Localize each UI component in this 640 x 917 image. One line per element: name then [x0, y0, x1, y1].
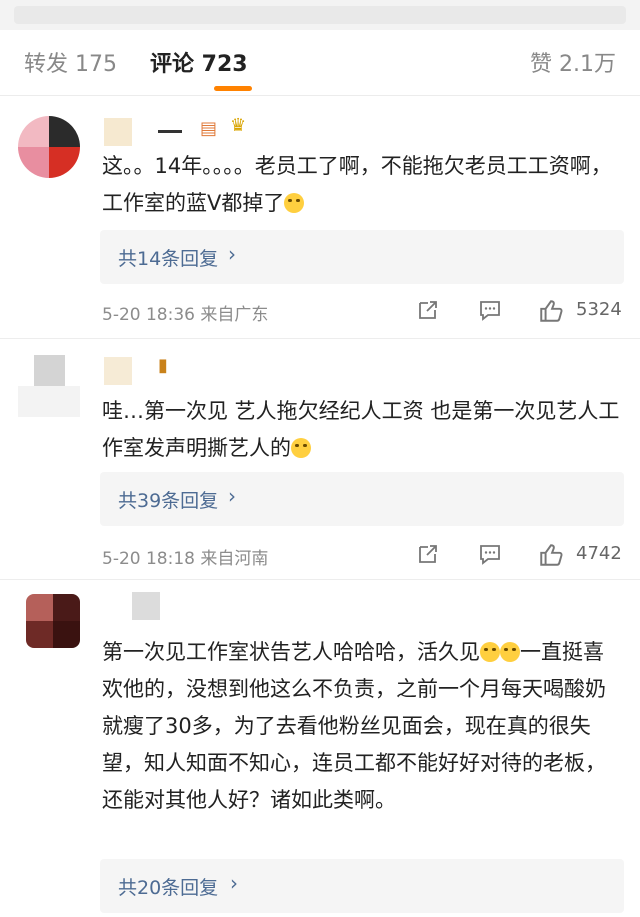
reply-count-link[interactable]: 共14条回复	[118, 244, 218, 271]
comment-actions: 5324	[412, 296, 624, 326]
comment-text-content: 哇…第一次见 艺人拖欠经纪人工资 也是第一次见艺人工作室发声明撕艺人的	[102, 399, 620, 460]
tab-bar: 转发 175 评论 723 赞 2.1万	[0, 30, 640, 96]
tab-comment[interactable]: 评论 723	[150, 46, 248, 78]
share-icon[interactable]	[416, 542, 440, 566]
comment-text-content: 这。。14年。。。。老员工了啊，不能拖欠老员工工资啊，工作室的蓝V都掉了	[102, 154, 612, 215]
avatar[interactable]	[18, 355, 80, 417]
comment-text-content-part1: 第一次见工作室状告艺人哈哈哈，活久见	[102, 640, 480, 664]
top-search-strip	[0, 0, 640, 30]
tab-repost[interactable]: 转发 175	[24, 46, 117, 78]
like-icon[interactable]	[538, 298, 564, 324]
comment-text: 第一次见工作室状告艺人哈哈哈，活久见 一直挺喜欢他的，没想到他这么不负责，之前一个…	[102, 634, 622, 819]
tab-active-indicator	[214, 86, 252, 91]
laugh-cry-emoji-icon	[284, 193, 305, 213]
top-strip-bar	[14, 6, 626, 24]
comment-icon[interactable]	[478, 542, 502, 566]
reply-count-link[interactable]: 共20条回复	[118, 873, 218, 900]
comment-actions: 4742	[412, 540, 624, 570]
comment-icon[interactable]	[478, 298, 502, 322]
crown-badge-icon: ♛	[230, 115, 247, 136]
member-badge-icon: ▤	[200, 118, 218, 139]
comment-item: 第一次见工作室状告艺人哈哈哈，活久见 一直挺喜欢他的，没想到他这么不负责，之前一个…	[0, 580, 640, 917]
reply-summary[interactable]: 共39条回复 ›	[100, 472, 624, 526]
comment-text: 这。。14年。。。。老员工了啊，不能拖欠老员工工资啊，工作室的蓝V都掉了	[102, 148, 622, 222]
reply-summary[interactable]: 共14条回复 ›	[100, 230, 624, 284]
tab-like[interactable]: 赞 2.1万	[530, 46, 616, 78]
username-blurred[interactable]	[132, 592, 160, 620]
reply-summary[interactable]: 共20条回复 ›	[100, 859, 624, 913]
username-fragment	[158, 130, 182, 133]
comment-text: 哇…第一次见 艺人拖欠经纪人工资 也是第一次见艺人工作室发声明撕艺人的	[102, 393, 622, 467]
laugh-cry-emoji-icon	[480, 642, 500, 662]
username-blurred[interactable]	[104, 118, 132, 146]
like-icon[interactable]	[538, 542, 564, 568]
chevron-right-icon: ›	[228, 484, 236, 508]
avatar[interactable]	[18, 116, 80, 178]
comment-item: ▮ 哇…第一次见 艺人拖欠经纪人工资 也是第一次见艺人工作室发声明撕艺人的 共3…	[0, 339, 640, 579]
comment-meta: 5-20 18:36 来自广东	[102, 305, 269, 325]
avatar[interactable]	[26, 594, 80, 648]
scream-emoji-icon	[291, 438, 311, 458]
username-blurred[interactable]	[104, 357, 132, 385]
comment-meta: 5-20 18:18 来自河南	[102, 549, 269, 569]
comment-text-content-part2: 一直挺喜欢他的，没想到他这么不负责，之前一个月每天喝酸奶就瘦了30多，为了去看他…	[102, 640, 606, 812]
like-count: 5324	[576, 299, 622, 320]
like-count: 4742	[576, 543, 622, 564]
chevron-right-icon: ›	[228, 242, 236, 266]
share-icon[interactable]	[416, 298, 440, 322]
comment-item: ▤ ♛ 这。。14年。。。。老员工了啊，不能拖欠老员工工资啊，工作室的蓝V都掉了…	[0, 96, 640, 338]
laugh-cry-emoji-icon	[500, 642, 520, 662]
reply-count-link[interactable]: 共39条回复	[118, 486, 218, 513]
fan-badge-icon: ▮	[158, 355, 168, 376]
chevron-right-icon: ›	[230, 871, 238, 895]
